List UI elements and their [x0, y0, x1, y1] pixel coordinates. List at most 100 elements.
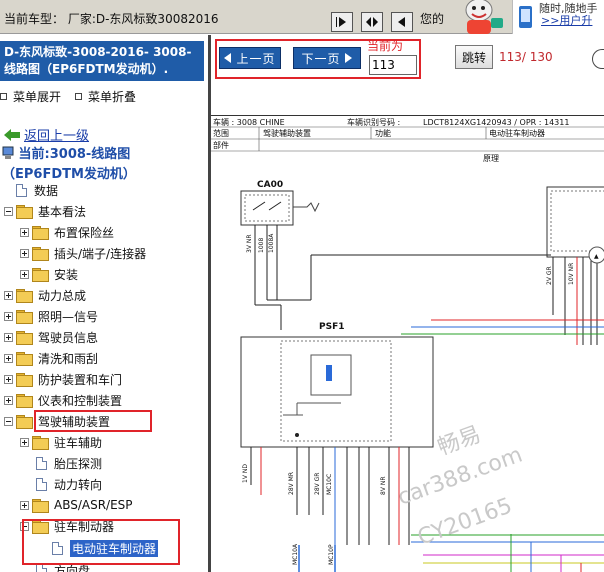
current-path: 当前:3008-线路图（EP6FDTM发动机） — [2, 145, 208, 185]
promo-banner[interactable]: 随时,随地手 >>用户升 — [512, 0, 604, 34]
svg-text:1008A: 1008A — [268, 233, 275, 253]
expand-icon[interactable] — [4, 332, 13, 342]
tree-item-label: 清洗和雨刮 — [38, 351, 99, 366]
function-label: 功能 — [375, 128, 391, 138]
expand-icon[interactable] — [20, 500, 29, 510]
collapse-menu-label: 菜单折叠 — [88, 90, 137, 104]
page-count: 113/ 130 — [499, 50, 553, 64]
tree-item-lighting[interactable]: 照明—信号 — [4, 306, 98, 326]
tree-item-installation[interactable]: 安装 — [20, 264, 78, 284]
nav-next-button[interactable] — [331, 12, 353, 32]
svg-text:MC10A: MC10A — [292, 543, 299, 565]
expand-menu-button[interactable]: 菜单展开 — [0, 88, 61, 105]
expand-icon[interactable] — [4, 353, 13, 363]
folder-icon — [16, 289, 33, 303]
svg-text:10V NR: 10V NR — [568, 263, 575, 285]
principle-label: 原理 — [483, 154, 499, 163]
tree-item-basics[interactable]: 基本看法 — [4, 201, 86, 221]
tree-item-connectors[interactable]: 插头/端子/连接器 — [20, 243, 146, 263]
function-value: 电动驻车制动器 — [489, 128, 545, 138]
svg-text:1V ND: 1V ND — [242, 464, 249, 483]
current-model-text: 当前车型： 厂家:D-东风标致30082016 — [4, 12, 219, 26]
folder-icon — [16, 415, 33, 429]
tree-item-parking-assist[interactable]: 驻车辅助 — [20, 432, 102, 452]
folder-icon — [16, 310, 33, 324]
highlight-box-driving-assist — [34, 410, 152, 432]
tree-item-label: ABS/ASR/ESP — [54, 498, 133, 512]
expand-icon[interactable] — [4, 374, 13, 384]
expand-icon[interactable] — [20, 437, 29, 447]
nav-prev-button[interactable] — [391, 12, 413, 32]
tree-item-label: 动力转向 — [54, 477, 103, 492]
document-icon — [16, 183, 27, 197]
expand-menu-label: 菜单展开 — [13, 90, 62, 104]
square-icon — [0, 93, 7, 100]
svg-text:MC10C: MC10C — [326, 474, 333, 495]
expand-icon[interactable] — [20, 248, 29, 258]
tree-item-label: 动力总成 — [38, 288, 87, 303]
document-viewer: 上一页 下一页 当前为 跳转 113/ 130 车辆 : 3008 CHINE … — [211, 35, 604, 572]
tree-item-wash-wipe[interactable]: 清洗和雨刮 — [4, 348, 98, 368]
svg-text:MC10P: MC10P — [328, 544, 335, 565]
component-psf1-label: PSF1 — [319, 322, 345, 332]
left-navigation-panel: D-东风标致-3008-2016- 3008-线路图（EP6FDTM发动机）. … — [0, 35, 208, 572]
svg-text:28V MR: 28V MR — [288, 472, 295, 495]
tree-item-tire-pressure[interactable]: 胎压探测 — [36, 453, 102, 473]
wiring-diagram-drawing: 车辆 : 3008 CHINE 车辆识别号码 : LDCT8124XG14209… — [211, 115, 604, 572]
jump-button[interactable]: 跳转 — [455, 45, 493, 69]
svg-text:▲: ▲ — [594, 253, 599, 260]
back-link[interactable]: 返回上一级 — [24, 125, 89, 144]
scope-label: 范围 — [213, 128, 229, 138]
page-toolbar: 上一页 下一页 当前为 跳转 113/ 130 — [211, 35, 604, 113]
wiring-diagram: 车辆 : 3008 CHINE 车辆识别号码 : LDCT8124XG14209… — [211, 115, 604, 572]
svg-text:3V NR: 3V NR — [246, 235, 253, 254]
tree-item-abs[interactable]: ABS/ASR/ESP — [20, 495, 133, 515]
tree-item-protection-doors[interactable]: 防护装置和车门 — [4, 369, 122, 389]
folder-icon — [32, 436, 49, 450]
folder-icon — [16, 331, 33, 345]
phone-icon — [519, 6, 532, 28]
tree-item-label: 插头/端子/连接器 — [54, 246, 147, 261]
tree-item-label: 防护装置和车门 — [38, 372, 123, 387]
tree-item-power-steering[interactable]: 动力转向 — [36, 474, 102, 494]
tree-item-instruments[interactable]: 仪表和控制装置 — [4, 390, 122, 410]
promo-link[interactable]: >>用户升 — [541, 12, 592, 28]
expand-icon[interactable] — [20, 227, 29, 237]
expand-icon[interactable] — [4, 290, 13, 300]
highlight-box-toolbar — [215, 39, 421, 79]
double-arrow-icon — [366, 17, 378, 27]
folder-icon — [16, 394, 33, 408]
collapse-menu-button[interactable]: 菜单折叠 — [75, 88, 136, 105]
nav-double-button[interactable] — [361, 12, 383, 32]
back-arrow-icon — [398, 17, 405, 27]
collapse-icon[interactable] — [4, 206, 13, 216]
tree-item-data[interactable]: 数据 — [16, 180, 58, 200]
folder-icon — [32, 499, 49, 513]
folder-icon — [16, 205, 33, 219]
expand-icon[interactable] — [20, 269, 29, 279]
part-label: 部件 — [213, 140, 229, 150]
svg-text:1008: 1008 — [258, 238, 265, 253]
tree-item-label: 驾驶员信息 — [38, 330, 99, 345]
tree-item-label: 数据 — [34, 183, 59, 198]
scope-value: 驾驶辅助装置 — [263, 128, 311, 138]
tree-item-label: 布置保险丝 — [54, 225, 115, 240]
square-icon — [75, 93, 83, 100]
tree-item-powertrain[interactable]: 动力总成 — [4, 285, 86, 305]
tree-item-fuse-layout[interactable]: 布置保险丝 — [20, 222, 114, 242]
tree-item-label: 胎压探测 — [54, 456, 103, 471]
svg-text:2V GR: 2V GR — [546, 266, 553, 285]
expand-icon[interactable] — [4, 311, 13, 321]
scroll-handle[interactable] — [592, 49, 604, 69]
truncated-text: 您的 — [420, 12, 445, 26]
tree-item-label: 驻车辅助 — [54, 435, 103, 450]
tree-item-driver-info[interactable]: 驾驶员信息 — [4, 327, 98, 347]
tree-item-label: 基本看法 — [38, 204, 87, 219]
vin-label: 车辆识别号码 : — [347, 117, 400, 127]
document-icon — [36, 456, 47, 470]
expand-icon[interactable] — [4, 395, 13, 405]
back-link-row[interactable]: 返回上一级 — [4, 125, 89, 144]
collapse-icon[interactable] — [4, 416, 13, 426]
current-path-text: 当前:3008-线路图（EP6FDTM发动机） — [2, 147, 136, 182]
menu-toggle-row: 菜单展开 菜单折叠 — [0, 88, 136, 105]
